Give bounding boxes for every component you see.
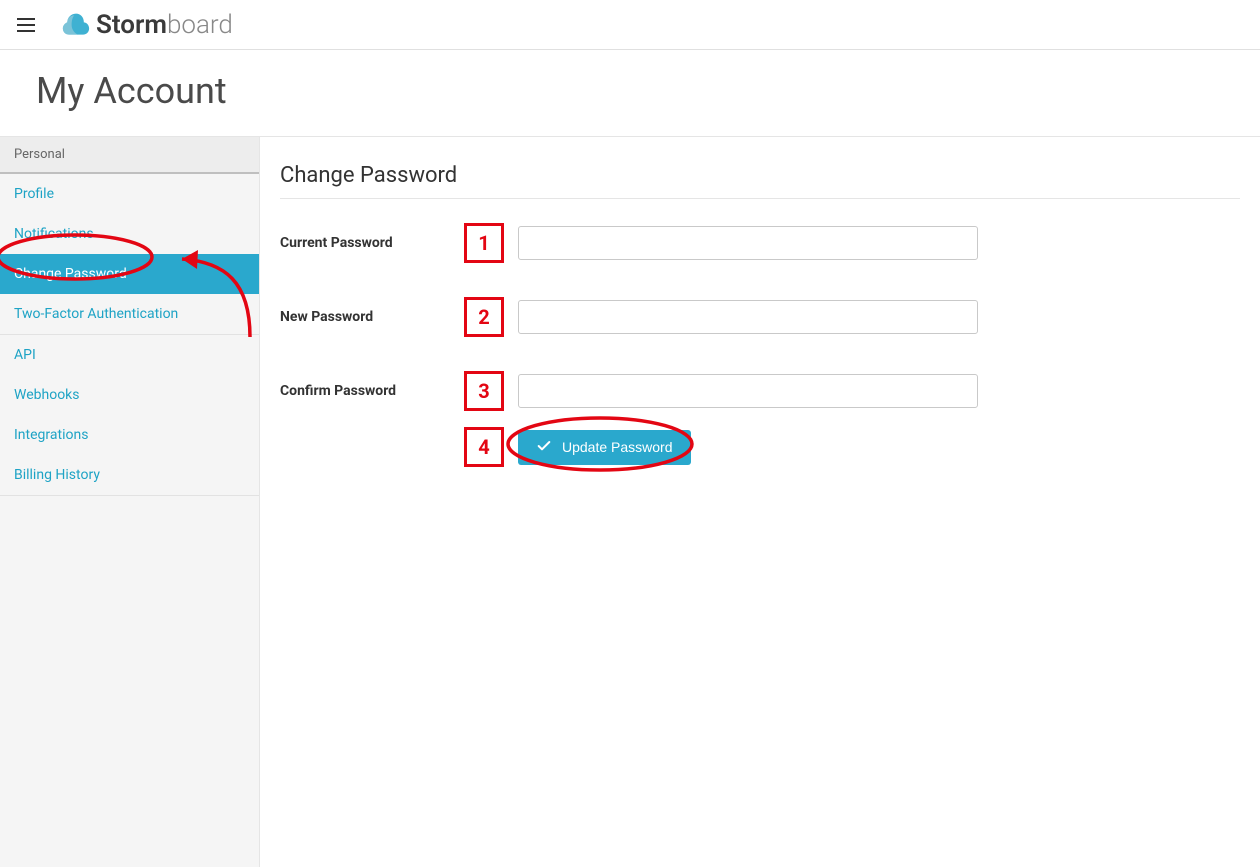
logo-text-storm: Storm (96, 10, 167, 40)
button-label: Update Password (562, 439, 673, 455)
label-current-password: Current Password (280, 235, 464, 251)
sidebar-item-api[interactable]: API (0, 335, 259, 375)
check-icon (536, 438, 552, 457)
sidebar-item-integrations[interactable]: Integrations (0, 415, 259, 455)
label-new-password: New Password (280, 309, 464, 325)
label-confirm-password: Confirm Password (280, 383, 464, 399)
sidebar-section-personal: Personal (0, 137, 259, 174)
new-password-input[interactable] (518, 300, 978, 334)
logo-text-board: board (167, 10, 233, 40)
sidebar-item-label: Change Password (14, 266, 127, 282)
layout: Personal Profile Notifications Change Pa… (0, 137, 1260, 867)
sidebar-item-change-password[interactable]: Change Password (0, 254, 259, 294)
sidebar-item-notifications[interactable]: Notifications (0, 214, 259, 254)
sidebar-item-billing-history[interactable]: Billing History (0, 455, 259, 495)
content-heading: Change Password (280, 157, 1240, 199)
top-bar: Stormboard (0, 0, 1260, 50)
page-title-bar: My Account (0, 50, 1260, 137)
form-row-submit: 4 Update Password (280, 427, 1240, 467)
current-password-input[interactable] (518, 226, 978, 260)
sidebar-item-two-factor[interactable]: Two-Factor Authentication (0, 294, 259, 334)
sidebar-item-label: Integrations (14, 427, 88, 443)
sidebar-item-label: Webhooks (14, 387, 80, 403)
sidebar-item-label: Profile (14, 186, 54, 202)
sidebar: Personal Profile Notifications Change Pa… (0, 137, 260, 867)
confirm-password-input[interactable] (518, 374, 978, 408)
page-title: My Account (36, 70, 1224, 112)
sidebar-item-label: Two-Factor Authentication (14, 306, 178, 322)
form-row-confirm-password: Confirm Password 3 (280, 371, 1240, 411)
content-area: Change Password Current Password 1 New P… (260, 137, 1260, 867)
sidebar-item-label: Notifications (14, 226, 94, 242)
app-logo[interactable]: Stormboard (62, 10, 233, 40)
annotation-step-2: 2 (464, 297, 504, 337)
sidebar-item-label: Billing History (14, 467, 100, 483)
update-password-button[interactable]: Update Password (518, 430, 691, 465)
form-row-current-password: Current Password 1 (280, 223, 1240, 263)
annotation-step-3: 3 (464, 371, 504, 411)
form-row-new-password: New Password 2 (280, 297, 1240, 337)
sidebar-divider (0, 495, 259, 496)
annotation-step-1: 1 (464, 223, 504, 263)
logo-mark-icon (62, 11, 90, 39)
sidebar-item-profile[interactable]: Profile (0, 174, 259, 214)
sidebar-item-webhooks[interactable]: Webhooks (0, 375, 259, 415)
sidebar-item-label: API (14, 347, 36, 363)
annotation-step-4: 4 (464, 427, 504, 467)
menu-icon[interactable] (10, 9, 42, 41)
